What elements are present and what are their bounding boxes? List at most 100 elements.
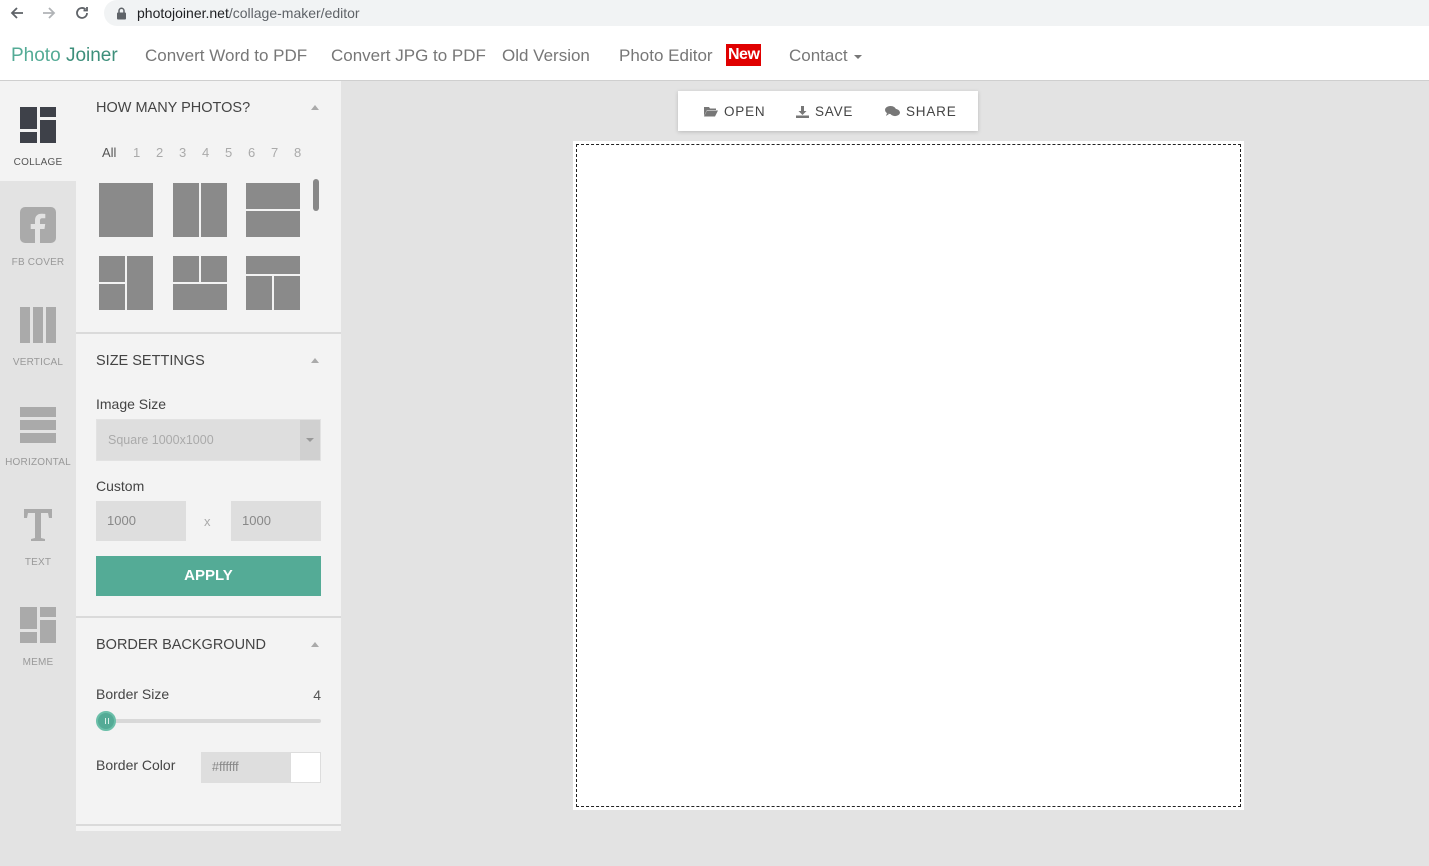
rail-label: VERTICAL <box>12 357 64 368</box>
template-divider <box>246 209 300 211</box>
download-icon <box>796 105 809 118</box>
filter-5[interactable]: 5 <box>225 145 232 160</box>
rail-item-vertical[interactable]: VERTICAL <box>0 281 76 381</box>
meme-icon <box>18 605 58 645</box>
border-color-label: Border Color <box>96 757 176 773</box>
rail-label: HORIZONTAL <box>5 457 71 468</box>
arrow-left-icon <box>10 7 23 19</box>
border-background-title: BORDER BACKGROUND <box>96 637 266 653</box>
image-size-value: Square 1000x1000 <box>108 433 214 447</box>
size-separator: x <box>204 514 211 529</box>
collapse-how-many-icon[interactable] <box>311 105 319 110</box>
layout-template-two-columns[interactable] <box>173 183 227 237</box>
open-label: OPEN <box>724 104 766 119</box>
arrow-right-icon <box>43 7 56 19</box>
folder-open-icon <box>704 107 718 117</box>
lock-icon <box>116 7 127 20</box>
layout-template-three-top-split[interactable] <box>173 256 227 310</box>
comments-icon <box>885 106 900 117</box>
nav-convert-jpg-to-pdf[interactable]: Convert JPG to PDF <box>331 46 486 66</box>
template-divider <box>199 183 201 237</box>
template-divider <box>199 256 201 283</box>
brand-part2: Joiner <box>65 45 118 66</box>
layout-template-three-split[interactable] <box>99 256 153 310</box>
filter-1[interactable]: 1 <box>133 145 140 160</box>
border-size-value: 4 <box>313 687 321 703</box>
nav-contact-label: Contact <box>789 46 848 65</box>
rail-label: COLLAGE <box>13 157 63 168</box>
tools-rail: COLLAGE FB COVER VERTICAL HORIZONTAL TEX… <box>0 81 76 866</box>
collage-icon <box>18 105 58 145</box>
template-divider <box>99 282 126 284</box>
rail-item-collage[interactable]: COLLAGE <box>0 81 76 181</box>
facebook-icon <box>18 205 58 245</box>
address-bar[interactable]: photojoiner.net/collage-maker/editor <box>104 0 1429 26</box>
vertical-layout-icon <box>18 305 58 345</box>
brand-logo[interactable]: Photo Joiner <box>11 45 118 67</box>
nav-contact[interactable]: Contact <box>789 46 862 66</box>
new-badge: New <box>726 44 762 66</box>
settings-panel: HOW MANY PHOTOS? All 1 2 3 4 5 6 7 8 SIZ… <box>76 81 341 831</box>
templates-scrollbar[interactable] <box>313 179 319 211</box>
section-divider <box>76 616 341 618</box>
filter-7[interactable]: 7 <box>271 145 278 160</box>
rail-item-text[interactable]: TEXT <box>0 481 76 581</box>
brand-part1: Photo <box>11 45 61 66</box>
filter-3[interactable]: 3 <box>179 145 186 160</box>
collage-canvas[interactable] <box>573 141 1244 810</box>
filter-4[interactable]: 4 <box>202 145 209 160</box>
open-button[interactable]: OPEN <box>704 104 765 119</box>
rail-label: TEXT <box>24 557 52 568</box>
forward-button[interactable] <box>38 2 60 24</box>
custom-width-input[interactable]: 1000 <box>96 501 186 541</box>
reload-icon <box>76 7 88 19</box>
nav-photo-editor[interactable]: Photo Editor <box>619 46 713 66</box>
image-size-label: Image Size <box>96 396 167 412</box>
rail-item-horizontal[interactable]: HORIZONTAL <box>0 381 76 481</box>
caret-down-icon <box>853 54 862 59</box>
nav-convert-word-to-pdf[interactable]: Convert Word to PDF <box>145 46 307 66</box>
custom-label: Custom <box>96 478 145 494</box>
apply-button[interactable]: APPLY <box>96 556 321 596</box>
site-header: Photo Joiner Convert Word to PDF Convert… <box>0 26 1429 81</box>
rail-label: FB COVER <box>11 257 65 268</box>
rail-item-fb-cover[interactable]: FB COVER <box>0 181 76 281</box>
image-size-select[interactable]: Square 1000x1000 <box>96 419 321 461</box>
rail-item-meme[interactable]: MEME <box>0 581 76 681</box>
border-size-slider-handle[interactable] <box>96 711 116 731</box>
back-button[interactable] <box>6 2 28 24</box>
share-label: SHARE <box>906 104 957 119</box>
reload-button[interactable] <box>71 2 93 24</box>
border-size-slider-track[interactable] <box>96 719 321 723</box>
rail-label: MEME <box>22 657 54 668</box>
save-label: SAVE <box>815 104 854 119</box>
text-icon <box>18 505 58 545</box>
collapse-size-settings-icon[interactable] <box>311 358 319 363</box>
filter-6[interactable]: 6 <box>248 145 255 160</box>
filter-8[interactable]: 8 <box>294 145 301 160</box>
share-button[interactable]: SHARE <box>885 104 957 119</box>
border-color-input[interactable]: #ffffff <box>201 752 291 783</box>
save-button[interactable]: SAVE <box>796 104 853 119</box>
layout-template-three-bottom-split[interactable] <box>246 256 300 310</box>
canvas-border <box>576 144 1241 807</box>
layout-template-two-rows[interactable] <box>246 183 300 237</box>
layout-template-single[interactable] <box>99 183 153 237</box>
chevron-down-icon <box>300 420 320 460</box>
collapse-border-icon[interactable] <box>311 642 319 647</box>
filter-all[interactable]: All <box>102 145 116 160</box>
filter-2[interactable]: 2 <box>156 145 163 160</box>
section-divider <box>76 332 341 334</box>
how-many-photos-title: HOW MANY PHOTOS? <box>96 100 251 116</box>
editor-toolbar: OPEN SAVE SHARE <box>678 91 978 131</box>
border-color-swatch[interactable] <box>290 752 321 783</box>
horizontal-layout-icon <box>18 405 58 445</box>
section-divider <box>76 824 341 826</box>
custom-height-input[interactable]: 1000 <box>231 501 321 541</box>
browser-toolbar: photojoiner.net/collage-maker/editor <box>0 0 1429 26</box>
size-settings-title: SIZE SETTINGS <box>96 353 205 369</box>
url-path: /collage-maker/editor <box>228 5 360 21</box>
template-divider <box>272 275 274 310</box>
url-host: photojoiner.net <box>137 5 229 21</box>
nav-old-version[interactable]: Old Version <box>502 46 590 66</box>
